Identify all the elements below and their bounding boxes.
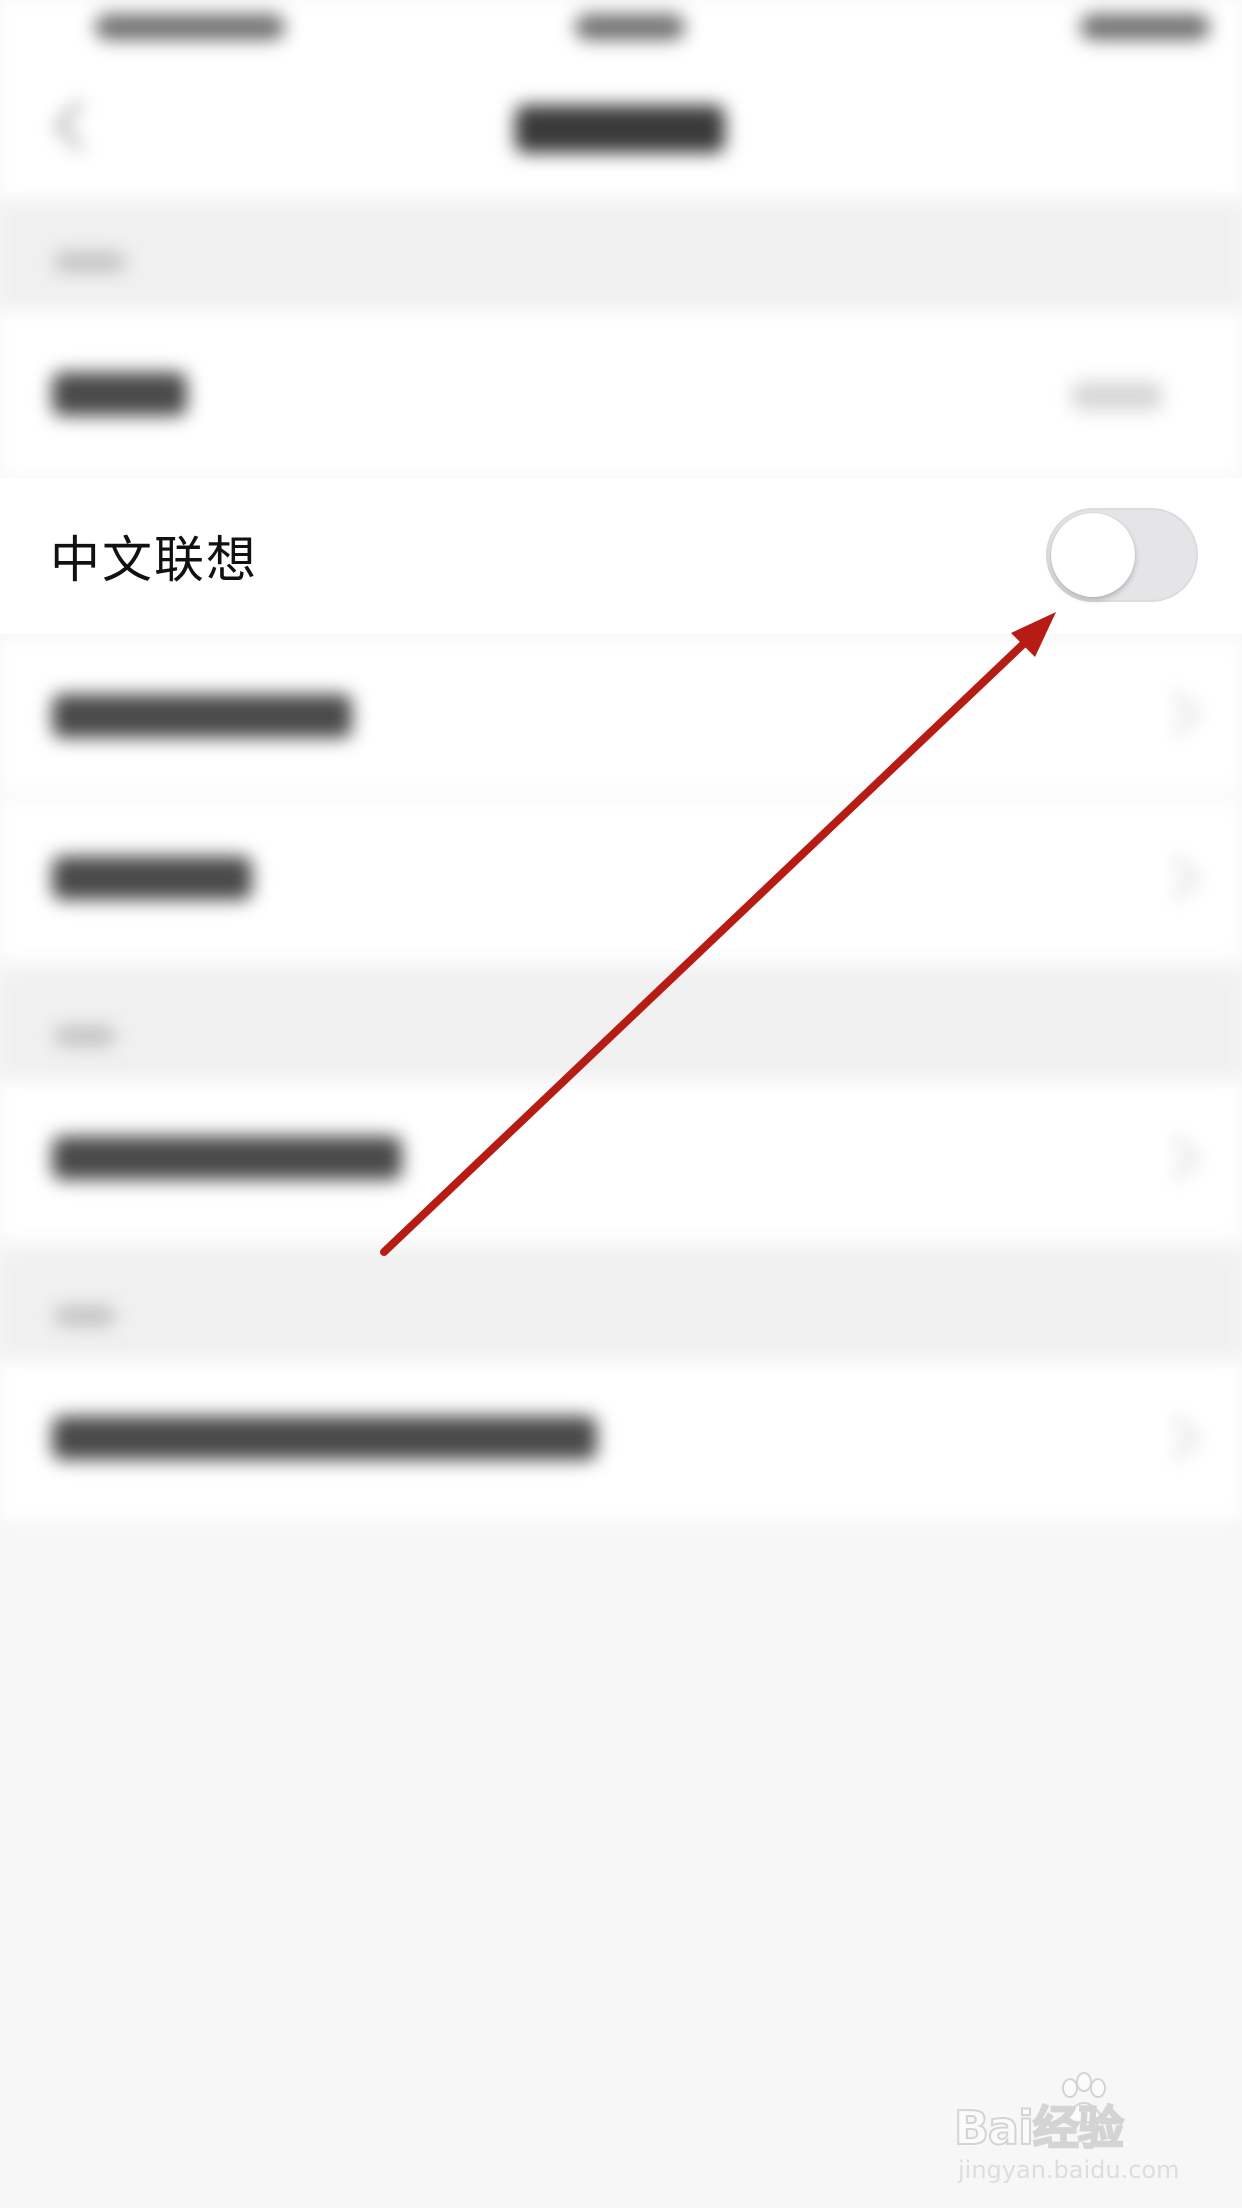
section-label bbox=[55, 1306, 115, 1326]
chinese-association-row: 中文联想 bbox=[0, 478, 1242, 634]
section-header bbox=[0, 1250, 1242, 1360]
chevron-right-icon bbox=[1154, 1135, 1199, 1180]
chevron-right-icon bbox=[1154, 1415, 1199, 1460]
settings-row[interactable] bbox=[0, 1080, 1242, 1240]
screen: 中文联想 Bai经验 jingyan.baidu.com bbox=[0, 0, 1242, 2208]
settings-row[interactable] bbox=[0, 310, 1242, 476]
section-label bbox=[55, 1026, 115, 1046]
row-label bbox=[52, 1416, 597, 1460]
settings-row[interactable] bbox=[0, 640, 1242, 790]
battery-icon bbox=[1080, 14, 1210, 40]
status-bar bbox=[0, 0, 1242, 60]
settings-row[interactable] bbox=[0, 1360, 1242, 1520]
section-header bbox=[0, 200, 1242, 310]
section-label bbox=[55, 252, 125, 272]
watermark-brand: Bai经验 bbox=[953, 2100, 1125, 2156]
row-value bbox=[1072, 382, 1162, 410]
toggle-knob bbox=[1051, 513, 1135, 597]
settings-row[interactable] bbox=[0, 800, 1242, 960]
chevron-right-icon bbox=[1154, 855, 1199, 900]
chinese-association-label: 中文联想 bbox=[50, 531, 258, 589]
baidu-jingyan-watermark: Bai经验 jingyan.baidu.com bbox=[950, 2070, 1190, 2190]
row-label bbox=[52, 856, 252, 900]
row-label bbox=[52, 372, 187, 416]
row-label bbox=[52, 694, 352, 738]
chinese-association-toggle[interactable] bbox=[1046, 508, 1198, 602]
chevron-right-icon bbox=[1154, 691, 1199, 736]
watermark-url: jingyan.baidu.com bbox=[958, 2156, 1180, 2184]
back-icon[interactable] bbox=[54, 100, 105, 151]
carrier-indicator bbox=[95, 14, 285, 40]
nav-bar bbox=[0, 60, 1242, 200]
row-label bbox=[52, 1136, 402, 1180]
clock-indicator bbox=[575, 14, 685, 40]
page-title bbox=[515, 105, 725, 153]
section-header bbox=[0, 970, 1242, 1080]
